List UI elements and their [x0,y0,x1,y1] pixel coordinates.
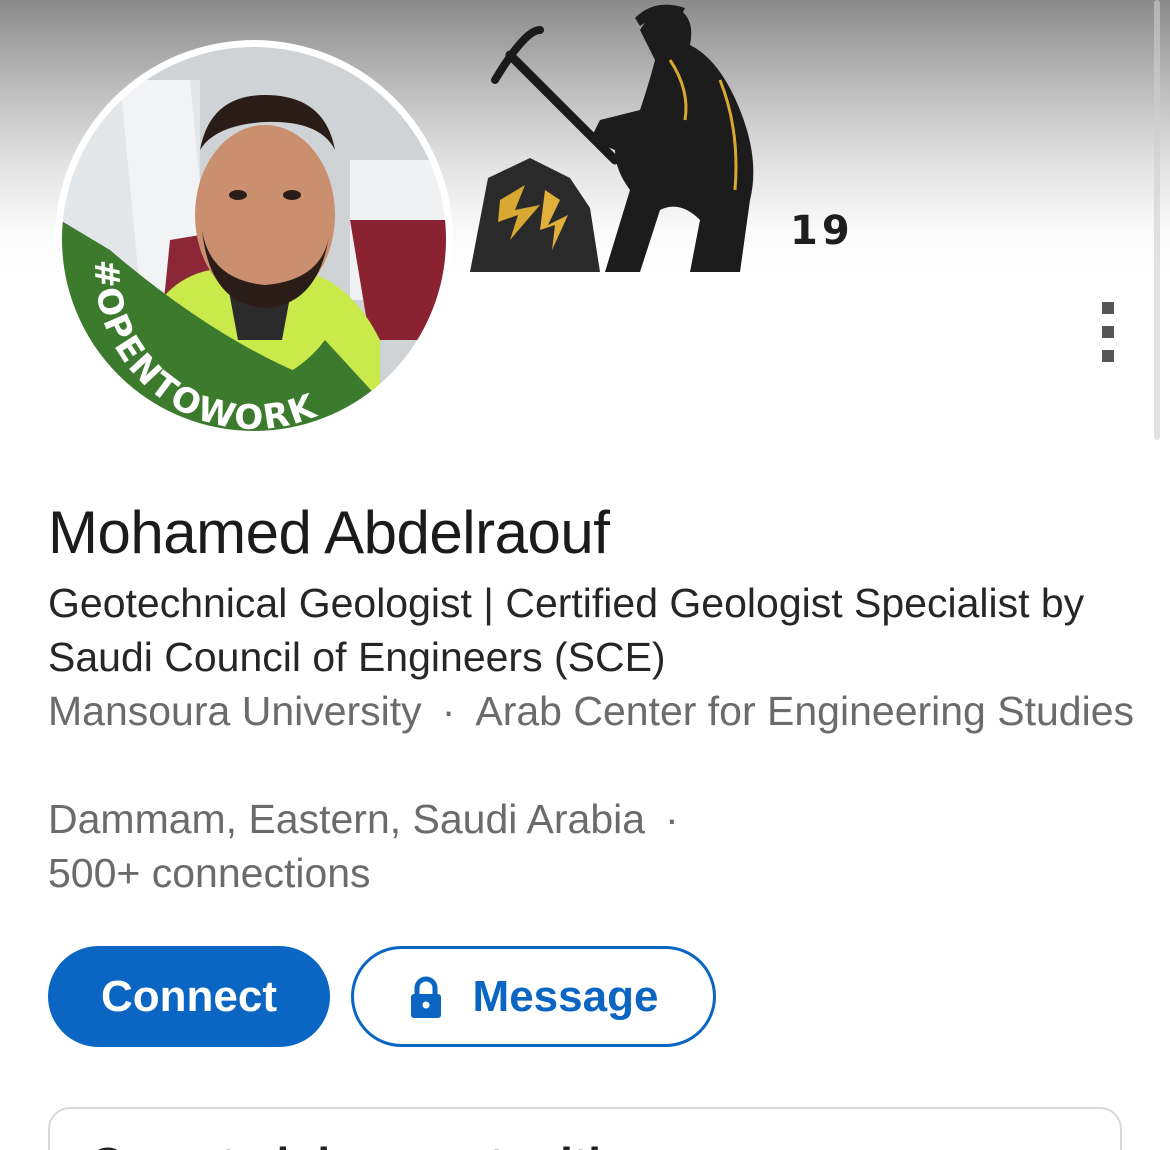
banner-number: 19 [790,208,854,254]
education-link[interactable]: Mansoura University [48,688,422,734]
more-options-button[interactable] [1088,296,1128,368]
card-title: Open to job opportunities [90,1137,652,1150]
profile-headline: Geotechnical Geologist | Certified Geolo… [48,580,1085,680]
scrollbar[interactable] [1154,0,1160,440]
message-button[interactable]: Message [351,946,716,1047]
open-to-work-card[interactable]: Open to job opportunities [48,1107,1122,1150]
separator-dot: · [665,796,679,842]
location-line: Dammam, Eastern, Saudi Arabia · [48,792,1138,846]
message-label: Message [472,971,659,1021]
lock-icon [410,976,441,1018]
connect-button[interactable]: Connect [48,946,330,1047]
connections-count[interactable]: 500+ connections [48,846,371,900]
vertical-ellipsis-icon [1102,302,1114,314]
profile-name: Mohamed Abdelraouf [48,499,610,566]
connect-label: Connect [101,971,277,1021]
education-company-line: Mansoura University · Arab Center for Engi… [48,684,1138,738]
avatar[interactable]: #OPENTOWORK [50,40,458,438]
company-link[interactable]: Arab Center for Engineering Studies [475,688,1134,734]
separator-dot: · [441,688,456,734]
location-text: Dammam, Eastern, Saudi Arabia [48,796,646,842]
